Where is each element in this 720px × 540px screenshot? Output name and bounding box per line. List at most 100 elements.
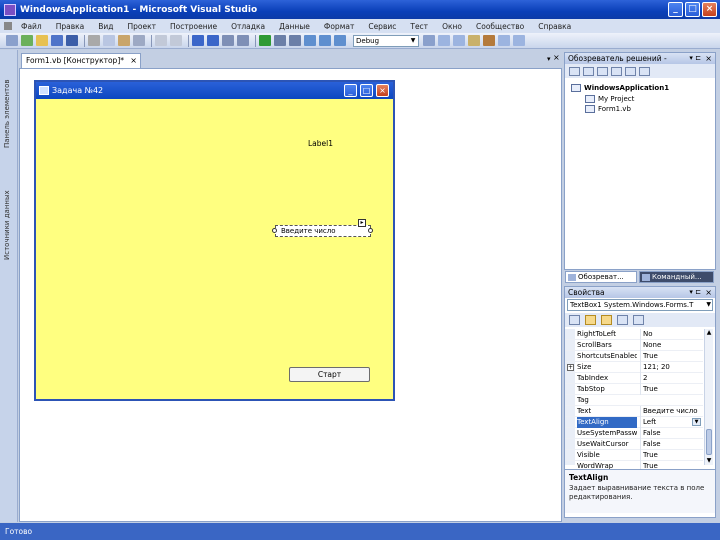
tab-solution-explorer[interactable]: Обозреват...	[565, 271, 637, 283]
menu-data[interactable]: Данные	[272, 22, 317, 31]
property-row[interactable]: TabIndex 2	[565, 373, 703, 384]
data-sources-tab[interactable]: Источники данных	[3, 160, 15, 260]
toolbox-icon[interactable]	[483, 35, 495, 46]
new-project-icon[interactable]	[6, 35, 18, 46]
property-value[interactable]: Left ▼	[640, 417, 702, 428]
properties-view-icon[interactable]	[601, 315, 612, 325]
property-row[interactable]: Text Введите число	[565, 406, 703, 417]
save-icon[interactable]	[51, 35, 63, 46]
close-icon[interactable]: ×	[705, 287, 712, 298]
pause-icon[interactable]	[274, 35, 286, 46]
property-value[interactable]: True	[640, 384, 702, 395]
property-row[interactable]: TabStop True	[565, 384, 703, 395]
find-in-files-icon[interactable]	[423, 35, 435, 46]
add-item-icon[interactable]	[21, 35, 33, 46]
tab-form1-designer[interactable]: Form1.vb [Конструктор]* ×	[21, 53, 141, 68]
property-value[interactable]: Введите число	[640, 406, 702, 417]
pin-icon[interactable]: ▾ ⊏	[689, 287, 701, 298]
cut-icon[interactable]	[88, 35, 100, 46]
solution-configuration-combo[interactable]: Debug ▼	[353, 34, 419, 47]
close-icon[interactable]: ×	[705, 53, 712, 64]
object-selector-combo[interactable]: TextBox1 System.Windows.Forms.T ▼	[567, 299, 713, 311]
view-designer-icon[interactable]	[625, 66, 636, 76]
property-row[interactable]: ShortcutsEnabled True	[565, 351, 703, 362]
minimize-button[interactable]: _	[668, 2, 683, 17]
navigate-back-icon[interactable]	[222, 35, 234, 46]
menu-test[interactable]: Тест	[403, 22, 435, 31]
property-grid-scrollbar[interactable]: ▲ ▼	[704, 329, 713, 465]
resize-handle-left-icon[interactable]	[272, 228, 277, 233]
refresh-icon[interactable]	[597, 66, 608, 76]
property-row[interactable]: Tag	[565, 395, 703, 406]
show-all-files-icon[interactable]	[583, 66, 594, 76]
property-row[interactable]: ScrollBars None	[565, 340, 703, 351]
redo-icon[interactable]	[207, 35, 219, 46]
menu-edit[interactable]: Правка	[49, 22, 92, 31]
menu-tools[interactable]: Сервис	[361, 22, 403, 31]
textbox1-control[interactable]: Введите число	[275, 225, 371, 237]
maximize-button[interactable]: □	[685, 2, 700, 17]
property-value[interactable]: No	[640, 329, 702, 340]
designed-form[interactable]: Задача №42 _ □ × Label1 Введите число ▸ …	[34, 80, 395, 401]
property-pages-icon[interactable]	[633, 315, 644, 325]
toolbox-tab[interactable]: Панель элементов	[3, 58, 15, 148]
resize-handle-right-icon[interactable]	[368, 228, 373, 233]
start-page-icon[interactable]	[498, 35, 510, 46]
solution-explorer-icon[interactable]	[438, 35, 450, 46]
menu-window[interactable]: Окно	[435, 22, 469, 31]
close-icon[interactable]: ×	[130, 54, 137, 67]
property-row[interactable]: Visible True	[565, 450, 703, 461]
uncomment-icon[interactable]	[170, 35, 182, 46]
navigate-forward-icon[interactable]	[237, 35, 249, 46]
property-row[interactable]: UseSystemPasswordChar False	[565, 428, 703, 439]
smart-tag-icon[interactable]: ▸	[358, 219, 366, 227]
step-over-icon[interactable]	[319, 35, 331, 46]
scroll-down-icon[interactable]: ▼	[705, 457, 713, 465]
tree-item-form1[interactable]: Form1.vb	[585, 105, 631, 113]
step-into-icon[interactable]	[304, 35, 316, 46]
property-value[interactable]: True	[640, 450, 702, 461]
active-files-dropdown-icon[interactable]: ▾	[547, 55, 551, 63]
property-row[interactable]: + Size 121; 20	[565, 362, 703, 373]
save-all-icon[interactable]	[66, 35, 78, 46]
menu-format[interactable]: Формат	[317, 22, 361, 31]
start-button-control[interactable]: Старт	[289, 367, 370, 382]
events-icon[interactable]	[617, 315, 628, 325]
label1-control[interactable]: Label1	[308, 139, 333, 148]
property-value[interactable]: True	[640, 351, 702, 362]
toolbar-options-icon[interactable]	[513, 35, 525, 46]
property-row[interactable]: RightToLeft No	[565, 329, 703, 340]
property-value[interactable]: False	[640, 439, 702, 450]
view-code-icon[interactable]	[611, 66, 622, 76]
menu-build[interactable]: Построение	[163, 22, 224, 31]
tree-item-my-project[interactable]: My Project	[585, 95, 634, 103]
stop-icon[interactable]	[289, 35, 301, 46]
tab-command-window[interactable]: Командный...	[639, 271, 714, 283]
menu-project[interactable]: Проект	[121, 22, 164, 31]
alphabetical-icon[interactable]	[585, 315, 596, 325]
menu-help[interactable]: Справка	[531, 22, 578, 31]
scrollbar-thumb[interactable]	[706, 429, 712, 455]
class-diagram-icon[interactable]	[639, 66, 650, 76]
menu-debug[interactable]: Отладка	[224, 22, 272, 31]
chevron-down-icon[interactable]: ▼	[692, 418, 701, 426]
expand-plus-icon[interactable]: +	[567, 364, 574, 371]
menu-file[interactable]: Файл	[14, 22, 49, 31]
scroll-up-icon[interactable]: ▲	[705, 329, 713, 337]
pin-icon[interactable]: ▾ ⊏	[689, 53, 701, 64]
property-value[interactable]: 2	[640, 373, 702, 384]
paste-icon[interactable]	[118, 35, 130, 46]
menu-community[interactable]: Сообщество	[469, 22, 531, 31]
menu-view[interactable]: Вид	[91, 22, 120, 31]
copy-icon[interactable]	[103, 35, 115, 46]
properties-icon[interactable]	[569, 66, 580, 76]
property-row[interactable]: UseWaitCursor False	[565, 439, 703, 450]
property-row-selected[interactable]: TextAlign Left ▼	[565, 417, 703, 428]
tree-project-root[interactable]: WindowsApplication1	[571, 84, 669, 92]
property-value[interactable]: None	[640, 340, 702, 351]
property-value[interactable]: 121; 20	[640, 362, 702, 373]
close-button[interactable]: ×	[702, 2, 717, 17]
open-file-icon[interactable]	[36, 35, 48, 46]
properties-window-icon[interactable]	[453, 35, 465, 46]
close-document-icon[interactable]: ×	[553, 53, 560, 62]
